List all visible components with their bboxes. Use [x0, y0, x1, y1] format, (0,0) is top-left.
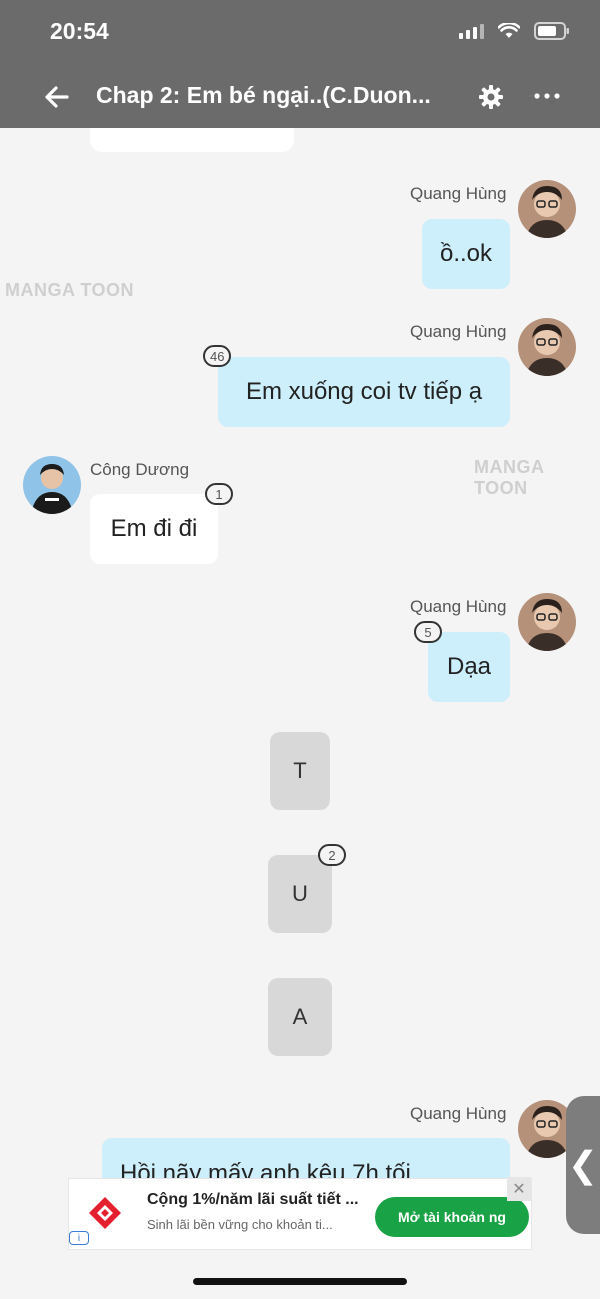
partial-message-bubble: [90, 128, 294, 152]
close-icon[interactable]: ✕: [507, 1177, 531, 1201]
sender-name: Quang Hùng: [410, 1104, 507, 1123]
back-arrow-icon[interactable]: [40, 80, 74, 114]
avatar[interactable]: [518, 593, 576, 651]
ad-banner[interactable]: Cộng 1%/năm lãi suất tiết ... Sinh lãi b…: [68, 1177, 532, 1250]
sender-name: Công Dương: [90, 460, 190, 479]
status-icons: [459, 22, 570, 40]
avatar[interactable]: [23, 456, 81, 514]
avatar[interactable]: [518, 318, 576, 376]
narration-bubble[interactable]: T: [270, 732, 330, 810]
gear-icon[interactable]: [476, 82, 506, 112]
comment-count-badge[interactable]: 2: [318, 844, 346, 866]
message-bubble[interactable]: Dạa: [428, 632, 510, 702]
wifi-icon: [498, 23, 520, 39]
ad-subtitle: Sinh lãi bền vững cho khoản ti...: [147, 1217, 333, 1232]
top-app-bar: 20:54 Chap 2: Em bé ngại..(C.Duon...: [0, 0, 600, 128]
more-options-icon[interactable]: [532, 84, 562, 108]
side-panel-handle[interactable]: ❮: [566, 1096, 600, 1234]
chapter-title: Chap 2: Em bé ngại..(C.Duon...: [96, 82, 431, 108]
status-time: 20:54: [50, 18, 109, 44]
message-bubble[interactable]: ồ..ok: [422, 219, 510, 289]
watermark: MANGA TOON: [474, 457, 544, 498]
avatar[interactable]: [518, 180, 576, 238]
message-bubble[interactable]: Em xuống coi tv tiếp ạ: [218, 357, 510, 427]
narration-bubble[interactable]: U: [268, 855, 332, 933]
narration-bubble[interactable]: A: [268, 978, 332, 1056]
message-bubble[interactable]: Em đi đi: [90, 494, 218, 564]
comment-count-badge[interactable]: 1: [205, 483, 233, 505]
open-account-button[interactable]: Mở tài khoản ng: [375, 1197, 529, 1237]
signal-icon: [459, 23, 484, 39]
sender-name: Quang Hùng: [410, 597, 507, 616]
chevron-left-icon: ❮: [567, 1144, 599, 1185]
watermark: MANGA TOON: [5, 280, 134, 300]
sender-name: Quang Hùng: [410, 184, 507, 203]
sender-name: Quang Hùng: [410, 322, 507, 341]
info-icon[interactable]: i: [69, 1231, 89, 1245]
battery-icon: [534, 22, 570, 40]
ad-title: Cộng 1%/năm lãi suất tiết ...: [147, 1191, 359, 1208]
bank-logo-icon: [81, 1193, 129, 1233]
comment-count-badge[interactable]: 46: [203, 345, 232, 367]
comment-count-badge[interactable]: 5: [414, 621, 442, 643]
home-indicator[interactable]: [193, 1278, 407, 1285]
